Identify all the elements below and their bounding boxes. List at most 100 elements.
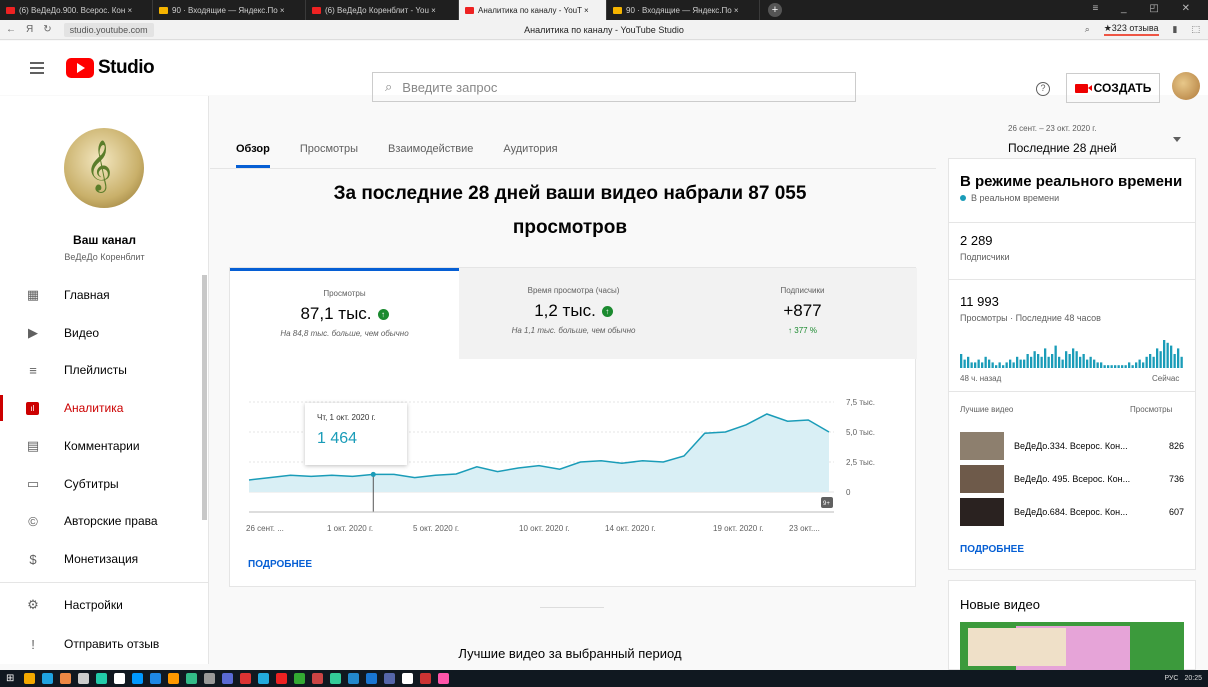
menu-icon[interactable] (30, 62, 44, 74)
realtime-live: В реальном времени (960, 193, 1059, 203)
realtime-bar (1138, 359, 1141, 368)
window-controls[interactable]: ≡ _ ◰ ✕ (1092, 3, 1200, 14)
taskbar-app-icon[interactable] (24, 673, 35, 684)
metric-note: На 84,8 тыс. больше, чем обычно (280, 329, 409, 338)
sidebar-item-playlist[interactable]: ≡ Плейлисты (0, 351, 209, 389)
taskbar-app-icon[interactable] (168, 673, 179, 684)
sidebar-item-dashboard[interactable]: ▦ Главная (0, 276, 209, 314)
tooltip-date: Чт, 1 окт. 2020 г. (317, 413, 376, 422)
reviews-badge[interactable]: ★323 отзыва (1103, 23, 1159, 36)
taskbar-app-icon[interactable] (276, 673, 287, 684)
realtime-more-link[interactable]: ПОДРОБНЕЕ (960, 544, 1024, 555)
sidebar-item-feedback[interactable]: ! Отправить отзыв (0, 625, 209, 663)
period-select[interactable]: Последние 28 дней (1008, 141, 1117, 155)
browser-tab[interactable]: 90 · Входящие — Яндекс.По × (607, 0, 760, 20)
top-video-row[interactable]: ВеДеДо.684. Всерос. Кон... 607 (960, 497, 1184, 527)
channel-avatar[interactable]: 𝄞 (64, 128, 144, 208)
back-icon[interactable]: ← (6, 24, 16, 35)
top-videos-label: Лучшие видео (960, 405, 1014, 414)
reload-icon[interactable]: ↻ (43, 24, 51, 35)
taskbar-app-icon[interactable] (294, 673, 305, 684)
video-icon: ▶ (28, 325, 38, 340)
realtime-bar (1128, 362, 1131, 368)
realtime-bar (963, 359, 966, 368)
youtube-play-icon (66, 58, 94, 78)
realtime-bar (1117, 365, 1120, 368)
tray-time[interactable]: 20:25 (1184, 675, 1202, 682)
taskbar-app-icon[interactable] (438, 673, 449, 684)
annotations-badge-label: 9+ (823, 501, 830, 507)
chevron-down-icon[interactable] (1173, 137, 1181, 142)
metric-watch-time[interactable]: Время просмотра (часы) 1,2 тыс. ↑ На 1,1 … (459, 268, 688, 359)
sidebar-item-analytics[interactable]: ıl Аналитика (0, 389, 209, 427)
taskbar-app-icon[interactable] (150, 673, 161, 684)
tab-0[interactable]: Обзор (236, 143, 270, 168)
avatar[interactable] (1172, 72, 1200, 100)
top-video-row[interactable]: ВеДеДо. 495. Всерос. Кон... 736 (960, 464, 1184, 494)
taskbar-app-icon[interactable] (42, 673, 53, 684)
tab-3[interactable]: Аудитория (503, 143, 557, 168)
new-tab-button[interactable]: + (768, 3, 782, 17)
sidebar-scrollbar[interactable] (202, 275, 207, 520)
realtime-bar (1040, 356, 1043, 368)
sidebar-item-subtitles[interactable]: ▭ Субтитры (0, 465, 209, 503)
start-icon[interactable]: ⊞ (6, 673, 17, 684)
taskbar-app-icon[interactable] (348, 673, 359, 684)
extension-icon[interactable]: ⬚ (1191, 24, 1200, 35)
taskbar-app-icon[interactable] (132, 673, 143, 684)
browser-tab[interactable]: (6) ВеДеДо.900. Всерос. Кон × (0, 0, 153, 20)
taskbar-app-icon[interactable] (240, 673, 251, 684)
create-button[interactable]: СОЗДАТЬ (1066, 73, 1160, 103)
search-input[interactable]: ⌕ Введите запрос (372, 72, 856, 102)
realtime-bar (1159, 351, 1162, 368)
taskbar-app-icon[interactable] (402, 673, 413, 684)
taskbar-app-icon[interactable] (186, 673, 197, 684)
taskbar-app-icon[interactable] (366, 673, 377, 684)
tray-lang[interactable]: РУС (1164, 675, 1178, 682)
yandex-icon[interactable]: Я (26, 24, 33, 35)
studio-logo[interactable]: Studio (66, 57, 155, 79)
realtime-bar (1163, 340, 1166, 368)
taskbar-app-icon[interactable] (222, 673, 233, 684)
sidebar-item-copyright[interactable]: © Авторские права (0, 502, 209, 540)
taskbar-app-icon[interactable] (330, 673, 341, 684)
more-link[interactable]: ПОДРОБНЕЕ (248, 559, 312, 570)
realtime-bar (1058, 356, 1061, 368)
realtime-bar (1033, 351, 1036, 368)
browser-tab[interactable]: Аналитика по каналу - YouT × (459, 0, 607, 20)
search-small-icon[interactable]: ⌕ (1085, 24, 1090, 35)
browser-tab[interactable]: (6) ВеДеДо Коренблит - You × (306, 0, 459, 20)
taskbar-app-icon[interactable] (312, 673, 323, 684)
sidebar-item-gear[interactable]: ⚙ Настройки (0, 586, 209, 624)
sidebar-item-video[interactable]: ▶ Видео (0, 314, 209, 352)
metric-views[interactable]: Просмотры 87,1 тыс. ↑ На 84,8 тыс. больше… (230, 268, 459, 359)
taskbar-app-icon[interactable] (114, 673, 125, 684)
realtime-bar-chart[interactable] (960, 338, 1184, 368)
browser-tab[interactable]: 90 · Входящие — Яндекс.По × (153, 0, 306, 20)
taskbar-app-icon[interactable] (384, 673, 395, 684)
new-video-thumbnail[interactable] (960, 622, 1184, 670)
taskbar-app-icon[interactable] (204, 673, 215, 684)
axis-right-label: Сейчас (1152, 374, 1180, 383)
help-icon[interactable]: ? (1036, 82, 1050, 96)
channel-handle: ВеДеДо Коренблит (64, 252, 145, 262)
taskbar-app-icon[interactable] (60, 673, 71, 684)
bookmark-icon[interactable]: ▮ (1173, 24, 1178, 35)
metric-subscribers[interactable]: Подписчики +877 ↑ 377 % (688, 268, 917, 359)
data-point[interactable] (370, 471, 376, 477)
taskbar-app-icon[interactable] (420, 673, 431, 684)
top-video-row[interactable]: ВеДеДо.334. Всерос. Кон... 826 (960, 431, 1184, 461)
realtime-bar (1096, 362, 1099, 368)
axis-left-label: 48 ч. назад (960, 374, 1002, 383)
taskbar-app-icon[interactable] (258, 673, 269, 684)
tab-2[interactable]: Взаимодействие (388, 143, 473, 168)
realtime-bar (1173, 354, 1176, 368)
arrow-up-icon: ↑ (377, 308, 389, 320)
taskbar-app-icon[interactable] (78, 673, 89, 684)
sidebar-item-comments[interactable]: ▤ Комментарии (0, 427, 209, 465)
address-field[interactable]: studio.youtube.com (63, 22, 154, 37)
os-taskbar: ⊞ РУС 20:25 (0, 670, 1208, 687)
tab-1[interactable]: Просмотры (300, 143, 358, 168)
taskbar-app-icon[interactable] (96, 673, 107, 684)
sidebar-item-dollar[interactable]: $ Монетизация (0, 540, 209, 578)
